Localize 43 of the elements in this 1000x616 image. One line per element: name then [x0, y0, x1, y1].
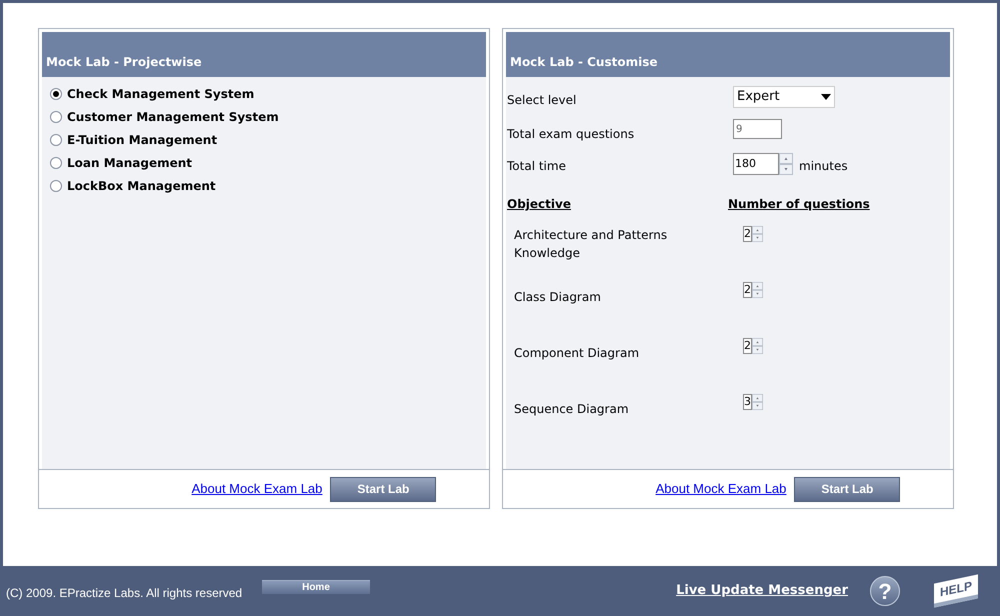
messenger-link[interactable]: Live Update Messenger: [676, 581, 848, 601]
spinner-arrows-icon[interactable]: [752, 338, 763, 354]
question-count-field[interactable]: 2: [743, 226, 752, 242]
question-count-field[interactable]: 3: [743, 394, 752, 410]
column-heading: Number of questions: [728, 196, 870, 213]
total-time-field[interactable]: 180: [733, 153, 779, 175]
objective-label: Class Diagram: [513, 289, 602, 306]
project-option-label[interactable]: Check Management System: [67, 85, 254, 103]
home-button[interactable]: Home: [262, 580, 370, 594]
start-lab-button[interactable]: Start Lab: [794, 476, 900, 502]
field-label: Select level: [507, 92, 578, 109]
unit-label: minutes: [799, 158, 848, 175]
copyright-text: (C) 2009. EPractize Labs. All rights reserved: [6, 585, 244, 602]
spinner-arrows-icon[interactable]: [752, 226, 763, 242]
objective-label: Architecture and Patterns Knowledge: [513, 227, 668, 262]
radio-button[interactable]: [50, 180, 62, 192]
panel-title: Mock Lab - Customise: [510, 54, 658, 70]
field-label: Total exam questions: [507, 126, 636, 143]
column-heading: Objective: [507, 196, 572, 213]
about-link[interactable]: About Mock Exam Lab: [656, 479, 786, 499]
spinner-arrows-icon[interactable]: [752, 394, 763, 410]
total-questions-field[interactable]: 9: [733, 119, 782, 139]
project-option-label[interactable]: LockBox Management: [67, 177, 216, 195]
objective-label: Sequence Diagram: [513, 401, 630, 418]
objective-label: Component Diagram: [513, 345, 640, 362]
project-option-label[interactable]: E-Tuition Management: [67, 131, 218, 149]
radio-button[interactable]: [50, 88, 62, 100]
caret-icon: [821, 94, 831, 100]
radio-button[interactable]: [50, 157, 62, 169]
level-dropdown[interactable]: Expert: [733, 86, 835, 108]
spinner-arrows-icon[interactable]: [779, 153, 793, 175]
start-lab-button[interactable]: Start Lab: [330, 476, 436, 502]
question-count-field[interactable]: 2: [743, 282, 752, 298]
project-option-label[interactable]: Customer Management System: [67, 108, 279, 126]
question-count-field[interactable]: 2: [743, 338, 752, 354]
panel-title: Mock Lab - Projectwise: [46, 54, 202, 70]
radio-button[interactable]: [50, 134, 62, 146]
project-option-label[interactable]: Loan Management: [67, 154, 192, 172]
spinner-arrows-icon[interactable]: [752, 282, 763, 298]
radio-button[interactable]: [50, 111, 62, 123]
about-link[interactable]: About Mock Exam Lab: [192, 479, 322, 499]
help-badge[interactable]: HELP: [934, 574, 978, 608]
field-label: Total time: [507, 158, 567, 175]
